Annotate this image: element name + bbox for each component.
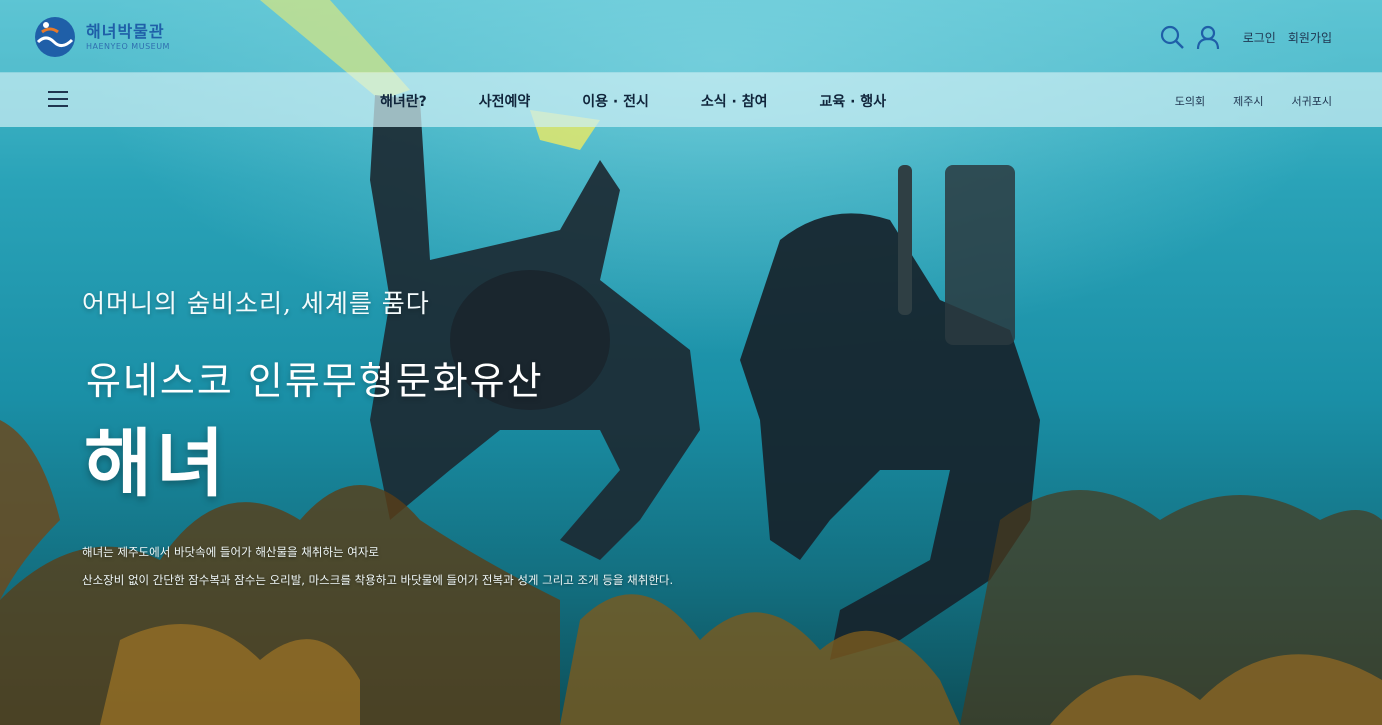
hero-title: 해녀 bbox=[84, 421, 229, 507]
nav-item-education-events[interactable]: 교육 · 행사 bbox=[819, 91, 886, 111]
user-icon[interactable] bbox=[1195, 24, 1221, 50]
hero-heritage-line: 유네스코 인류무형문화유산 bbox=[86, 359, 544, 403]
hero-description-line-1: 해녀는 제주도에서 바닷속에 들어가 해산물을 채취하는 여자로 bbox=[82, 545, 380, 559]
region-link-seogwipo[interactable]: 서귀포시 bbox=[1292, 93, 1332, 109]
nav-item-about-haenyeo[interactable]: 해녀란? bbox=[380, 91, 427, 111]
signup-link[interactable]: 회원가입 bbox=[1288, 29, 1332, 46]
nav-item-news-participation[interactable]: 소식 · 참여 bbox=[701, 91, 768, 111]
main-navigation: 해녀란? 사전예약 이용 · 전시 소식 · 참여 교육 · 행사 bbox=[380, 91, 938, 111]
nav-item-visit-exhibition[interactable]: 이용 · 전시 bbox=[582, 91, 649, 111]
search-icon[interactable] bbox=[1159, 24, 1185, 50]
hero-description: 해녀는 제주도에서 바닷속에 들어가 해산물을 채취하는 여자로 산소장비 없이… bbox=[82, 538, 673, 594]
hero-description-line-2: 산소장비 없이 간단한 잠수복과 잠수는 오리발, 마스크를 착용하고 바닷물에… bbox=[82, 573, 674, 587]
diver-right-fin bbox=[945, 165, 1015, 345]
region-link-jeju-city[interactable]: 제주시 bbox=[1233, 93, 1263, 109]
site-logo[interactable]: 해녀박물관 HAENYEO MUSEUM bbox=[32, 16, 170, 58]
region-link-council[interactable]: 도의회 bbox=[1175, 93, 1205, 109]
haenyeo-logo-icon bbox=[35, 17, 75, 57]
logo-name-ko: 해녀박물관 bbox=[86, 21, 165, 41]
menu-icon[interactable] bbox=[48, 91, 68, 107]
hero-subtitle: 어머니의 숨비소리, 세계를 품다 bbox=[82, 289, 430, 318]
login-link[interactable]: 로그인 bbox=[1243, 29, 1276, 46]
nav-item-reservation[interactable]: 사전예약 bbox=[479, 91, 531, 111]
snorkel bbox=[898, 165, 912, 315]
logo-name-en: HAENYEO MUSEUM bbox=[86, 41, 170, 51]
top-utility-menu: 로그인 회원가입 bbox=[1159, 24, 1332, 50]
region-links: 도의회 제주시 서귀포시 bbox=[1147, 93, 1332, 109]
